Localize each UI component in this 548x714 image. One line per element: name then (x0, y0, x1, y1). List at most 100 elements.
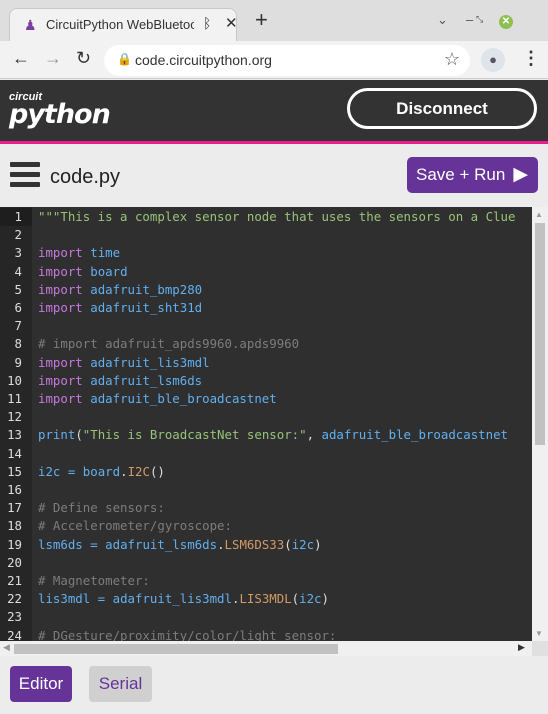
code-line[interactable]: 17 # Define sensors: (0, 499, 532, 517)
star-icon[interactable]: ☆ (444, 49, 460, 70)
logo-bottom-text: python (9, 99, 111, 130)
save-run-button[interactable]: Save + Run ▶ (407, 157, 538, 193)
code-line[interactable]: 23 (0, 608, 532, 626)
restore-icon[interactable]: ⤡ (476, 14, 483, 25)
code-text[interactable]: # import adafruit_apds9960.apds9960 (38, 335, 299, 353)
kebab-menu-icon[interactable]: ⋮ (522, 48, 540, 69)
line-number: 21 (7, 573, 22, 588)
code-line[interactable]: 14 (0, 445, 532, 463)
line-number: 24 (7, 627, 22, 641)
forward-icon[interactable]: → (44, 48, 62, 69)
code-token: ( (75, 427, 83, 443)
code-line[interactable]: 9 import adafruit_lis3mdl (0, 354, 532, 372)
code-line[interactable]: 6 import adafruit_sht31d (0, 299, 532, 317)
code-text[interactable]: print("This is BroadcastNet sensor:", ad… (38, 426, 508, 444)
code-line[interactable]: 15 i2c = board.I2C() (0, 463, 532, 481)
reload-icon[interactable]: ↻ (76, 48, 91, 69)
close-icon[interactable]: ✕ (225, 14, 238, 32)
back-icon[interactable]: ← (12, 48, 30, 69)
vertical-scroll-thumb[interactable] (535, 223, 545, 445)
code-token: i2c (299, 591, 322, 607)
code-text[interactable]: # DGesture/proximity/color/light sensor: (38, 627, 336, 641)
code-line[interactable]: 8 # import adafruit_apds9960.apds9960 (0, 335, 532, 353)
line-number: 13 (7, 427, 22, 443)
code-text[interactable]: lsm6ds = adafruit_lsm6ds.LSM6DS33(i2c) (38, 536, 322, 554)
code-line[interactable]: 19 lsm6ds = adafruit_lsm6ds.LSM6DS33(i2c) (0, 536, 532, 554)
code-token: lsm6ds (38, 536, 83, 552)
scroll-down-icon[interactable]: ▼ (535, 629, 543, 638)
code-line[interactable]: 3 import time (0, 244, 532, 262)
hamburger-menu-icon[interactable] (10, 162, 40, 188)
code-text[interactable]: import time (38, 244, 120, 262)
code-line[interactable]: 24 # DGesture/proximity/color/light senso… (0, 627, 532, 641)
file-toolbar: code.py Save + Run ▶ (0, 147, 548, 207)
code-token: # DGesture/proximity/color/light sensor: (38, 627, 337, 641)
code-token: () (149, 463, 165, 479)
code-token: = (82, 536, 106, 552)
line-number: 8 (14, 336, 22, 352)
scroll-left-icon[interactable]: ◀ (3, 642, 10, 653)
code-token: print (38, 427, 76, 443)
line-number: 2 (14, 227, 22, 243)
horizontal-scroll-thumb[interactable] (14, 644, 338, 654)
code-text[interactable]: # Define sensors: (38, 499, 165, 517)
disconnect-button[interactable]: Disconnect (347, 88, 537, 129)
code-line[interactable]: 18 # Accelerometer/gyroscope: (0, 517, 532, 535)
code-token: ( (284, 536, 292, 552)
code-text[interactable]: import adafruit_sht31d (38, 299, 202, 317)
code-text[interactable]: # Accelerometer/gyroscope: (38, 517, 232, 535)
code-token: time (90, 245, 121, 261)
plus-icon[interactable]: + (255, 9, 268, 31)
line-number: 4 (14, 263, 22, 279)
url-text[interactable]: code.circuitpython.org (135, 52, 272, 68)
code-token: adafruit_ble_broadcastnet (90, 391, 277, 406)
horizontal-scrollbar[interactable]: ◀ ▶ (0, 641, 532, 656)
close-window-icon[interactable]: ✕ (499, 15, 513, 29)
code-text[interactable]: i2c = board.I2C() (38, 463, 165, 481)
code-line[interactable]: 1 """This is a complex sensor node that u… (0, 208, 532, 227)
code-line[interactable]: 11 import adafruit_ble_broadcastnet (0, 390, 532, 408)
code-token: import (38, 391, 83, 406)
code-text[interactable]: import board (38, 263, 128, 281)
profile-icon[interactable]: ● (481, 48, 505, 72)
code-line[interactable]: 4 import board (0, 263, 532, 281)
code-text[interactable]: # Magnetometer: (38, 572, 150, 590)
chevron-down-icon[interactable]: ⌄ (437, 12, 448, 28)
vertical-scrollbar[interactable]: ▲ ▼ (532, 207, 548, 641)
code-line[interactable]: 22 lis3mdl = adafruit_lis3mdl.LIS3MDL(i2c… (0, 590, 532, 608)
code-editor[interactable]: 1 """This is a complex sensor node that u… (0, 207, 532, 641)
code-token: # Accelerometer/gyroscope: (38, 518, 232, 534)
serial-tab-button[interactable]: Serial (89, 666, 152, 702)
url-field[interactable]: 🔒 code.circuitpython.org ☆ (104, 45, 470, 76)
code-text[interactable]: import adafruit_lis3mdl (38, 354, 210, 372)
code-text[interactable]: import adafruit_lsm6ds (38, 372, 202, 390)
code-line[interactable]: 20 (0, 554, 532, 572)
code-token: import (38, 245, 83, 261)
line-number: 11 (7, 391, 22, 406)
line-number: 6 (14, 300, 22, 315)
code-line[interactable]: 10 import adafruit_lsm6ds (0, 372, 532, 390)
code-token: board (90, 263, 128, 279)
code-text[interactable]: """This is a complex sensor node that us… (38, 208, 515, 226)
code-line[interactable]: 16 (0, 481, 532, 499)
code-text[interactable]: import adafruit_bmp280 (38, 281, 202, 299)
tab-title: CircuitPython WebBluetooth (46, 17, 194, 32)
code-line[interactable]: 21 # Magnetometer: (0, 572, 532, 590)
code-line[interactable]: 12 (0, 408, 532, 426)
browser-tab[interactable]: ♟ CircuitPython WebBluetooth ᛒ ✕ (9, 8, 238, 41)
minimize-icon[interactable]: – (466, 12, 473, 27)
save-run-label: Save + Run (416, 165, 506, 184)
view-switcher: Editor Serial (0, 656, 548, 714)
line-number: 7 (14, 318, 22, 334)
code-line[interactable]: 2 (0, 226, 532, 244)
code-token: adafruit_lsm6ds (105, 536, 218, 552)
scroll-up-icon[interactable]: ▲ (535, 210, 543, 219)
scroll-right-icon[interactable]: ▶ (518, 642, 525, 653)
editor-tab-button[interactable]: Editor (10, 666, 72, 702)
code-line[interactable]: 5 import adafruit_bmp280 (0, 281, 532, 299)
code-line[interactable]: 7 (0, 317, 532, 335)
code-text[interactable]: import adafruit_ble_broadcastnet (38, 390, 277, 408)
line-number: 19 (7, 536, 22, 552)
code-text[interactable]: lis3mdl = adafruit_lis3mdl.LIS3MDL(i2c) (38, 590, 329, 608)
code-line[interactable]: 13 print("This is BroadcastNet sensor:", … (0, 426, 532, 444)
